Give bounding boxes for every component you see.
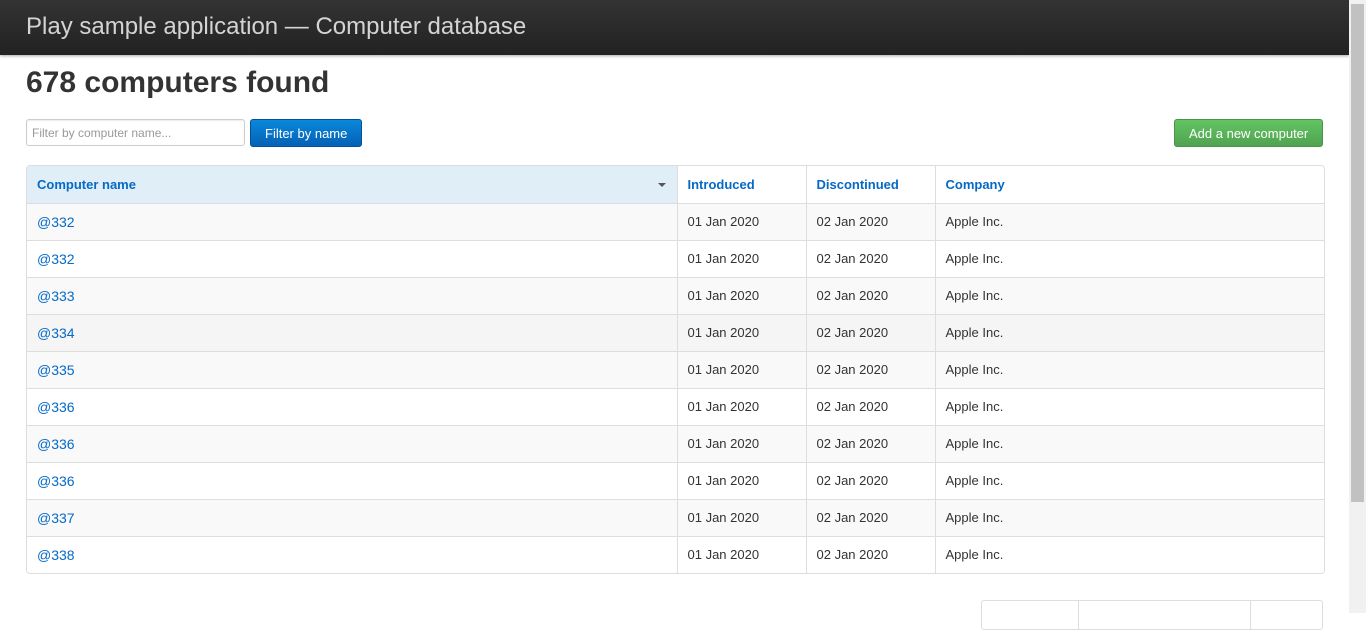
cell-company: Apple Inc. — [934, 387, 1324, 425]
top-navbar: Play sample application — Computer datab… — [0, 0, 1349, 55]
scrollbar-thumb[interactable] — [1351, 4, 1364, 502]
pagination — [981, 600, 1323, 630]
column-header-discontinued[interactable]: Discontinued — [805, 166, 935, 203]
sort-by-discontinued-link[interactable]: Discontinued — [817, 177, 899, 192]
cell-company: Apple Inc. — [934, 276, 1324, 314]
filter-by-name-button[interactable]: Filter by name — [250, 119, 362, 147]
cell-company: Apple Inc. — [934, 313, 1324, 351]
page-scrollbar[interactable] — [1349, 0, 1366, 613]
cell-introduced: 01 Jan 2020 — [676, 239, 806, 277]
column-header-company[interactable]: Company — [934, 166, 1324, 203]
cell-company: Apple Inc. — [934, 535, 1324, 573]
cell-discontinued: 02 Jan 2020 — [805, 387, 935, 425]
table-row: @336 01 Jan 2020 02 Jan 2020 Apple Inc. — [27, 387, 1324, 425]
cell-computer-name: @338 — [27, 535, 677, 573]
table-row: @336 01 Jan 2020 02 Jan 2020 Apple Inc. — [27, 424, 1324, 462]
cell-introduced: 01 Jan 2020 — [676, 461, 806, 499]
cell-introduced: 01 Jan 2020 — [676, 387, 806, 425]
app-title-link[interactable]: Play sample application — Computer datab… — [26, 13, 526, 41]
cell-computer-name: @333 — [27, 276, 677, 314]
computer-link[interactable]: @336 — [37, 399, 75, 415]
cell-introduced: 01 Jan 2020 — [676, 350, 806, 388]
table-row: @335 01 Jan 2020 02 Jan 2020 Apple Inc. — [27, 350, 1324, 388]
column-header-introduced[interactable]: Introduced — [676, 166, 806, 203]
cell-company: Apple Inc. — [934, 239, 1324, 277]
cell-company: Apple Inc. — [934, 202, 1324, 240]
cell-discontinued: 02 Jan 2020 — [805, 424, 935, 462]
computer-link[interactable]: @336 — [37, 436, 75, 452]
cell-discontinued: 02 Jan 2020 — [805, 313, 935, 351]
cell-discontinued: 02 Jan 2020 — [805, 239, 935, 277]
table-row: @333 01 Jan 2020 02 Jan 2020 Apple Inc. — [27, 276, 1324, 314]
cell-introduced: 01 Jan 2020 — [676, 313, 806, 351]
cell-discontinued: 02 Jan 2020 — [805, 498, 935, 536]
table-header-row: Computer name Introduced Discontinued Co… — [27, 166, 1324, 203]
filter-input[interactable] — [26, 119, 245, 146]
computer-link[interactable]: @333 — [37, 288, 75, 304]
cell-computer-name: @336 — [27, 461, 677, 499]
computers-table: Computer name Introduced Discontinued Co… — [26, 165, 1325, 574]
page-title: 678 computers found — [26, 66, 330, 99]
add-computer-button[interactable]: Add a new computer — [1174, 119, 1323, 147]
table-row: @337 01 Jan 2020 02 Jan 2020 Apple Inc. — [27, 498, 1324, 536]
cell-company: Apple Inc. — [934, 424, 1324, 462]
cell-computer-name: @335 — [27, 350, 677, 388]
computer-link[interactable]: @336 — [37, 473, 75, 489]
computer-link[interactable]: @332 — [37, 251, 75, 267]
computer-link[interactable]: @335 — [37, 362, 75, 378]
table-row: @332 01 Jan 2020 02 Jan 2020 Apple Inc. — [27, 202, 1324, 240]
cell-introduced: 01 Jan 2020 — [676, 202, 806, 240]
cell-discontinued: 02 Jan 2020 — [805, 461, 935, 499]
sort-descending-icon — [657, 183, 666, 187]
cell-introduced: 01 Jan 2020 — [676, 276, 806, 314]
cell-introduced: 01 Jan 2020 — [676, 424, 806, 462]
cell-discontinued: 02 Jan 2020 — [805, 350, 935, 388]
cell-computer-name: @337 — [27, 498, 677, 536]
cell-computer-name: @332 — [27, 202, 677, 240]
cell-company: Apple Inc. — [934, 350, 1324, 388]
cell-computer-name: @336 — [27, 387, 677, 425]
computer-link[interactable]: @337 — [37, 510, 75, 526]
cell-discontinued: 02 Jan 2020 — [805, 276, 935, 314]
pagination-divider — [1250, 601, 1251, 629]
computer-link[interactable]: @338 — [37, 547, 75, 563]
sort-by-introduced-link[interactable]: Introduced — [688, 177, 755, 192]
cell-computer-name: @334 — [27, 313, 677, 351]
column-header-computer-name[interactable]: Computer name — [27, 166, 677, 203]
computer-link[interactable]: @332 — [37, 214, 75, 230]
computer-link[interactable]: @334 — [37, 325, 75, 341]
sort-by-company-link[interactable]: Company — [946, 177, 1005, 192]
cell-computer-name: @332 — [27, 239, 677, 277]
cell-computer-name: @336 — [27, 424, 677, 462]
cell-company: Apple Inc. — [934, 461, 1324, 499]
table-row: @336 01 Jan 2020 02 Jan 2020 Apple Inc. — [27, 461, 1324, 499]
cell-company: Apple Inc. — [934, 498, 1324, 536]
cell-discontinued: 02 Jan 2020 — [805, 535, 935, 573]
table-row: @338 01 Jan 2020 02 Jan 2020 Apple Inc. — [27, 535, 1324, 573]
cell-introduced: 01 Jan 2020 — [676, 498, 806, 536]
table-row: @334 01 Jan 2020 02 Jan 2020 Apple Inc. — [27, 313, 1324, 351]
sort-by-name-link[interactable]: Computer name — [37, 177, 136, 192]
cell-introduced: 01 Jan 2020 — [676, 535, 806, 573]
table-row: @332 01 Jan 2020 02 Jan 2020 Apple Inc. — [27, 239, 1324, 277]
pagination-divider — [1078, 601, 1079, 629]
cell-discontinued: 02 Jan 2020 — [805, 202, 935, 240]
